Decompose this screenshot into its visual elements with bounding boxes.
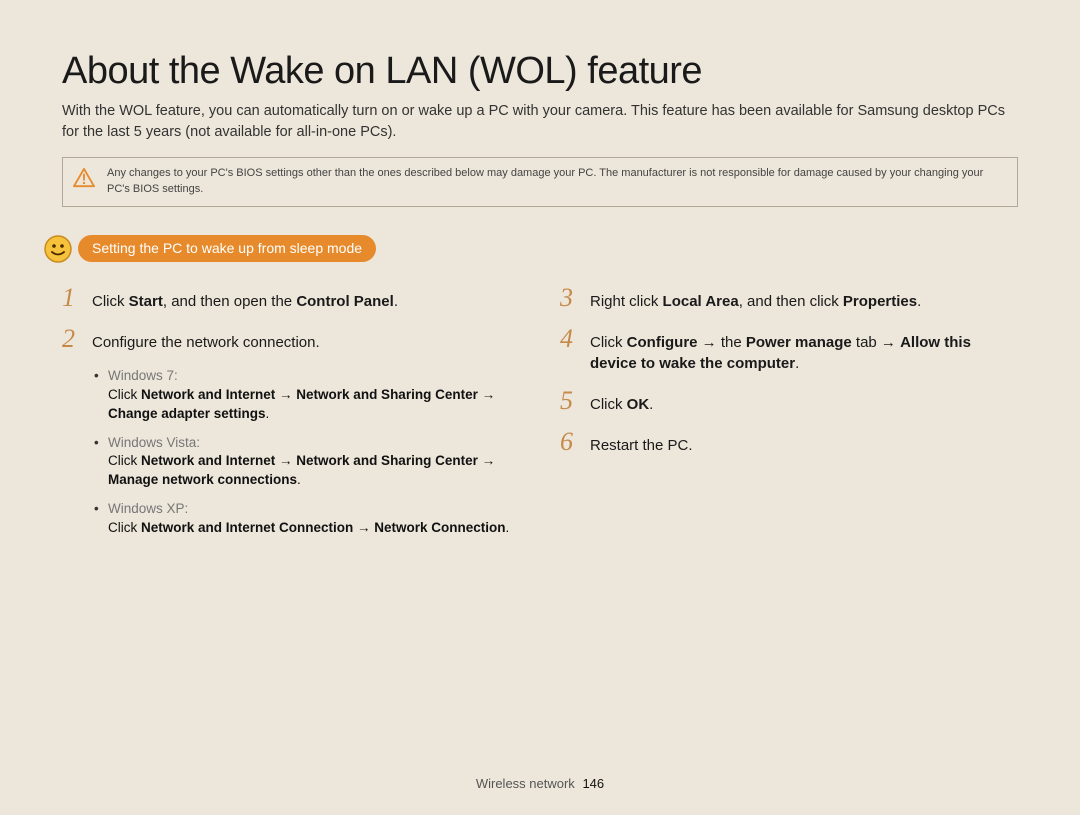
- warning-text: Any changes to your PC's BIOS settings o…: [107, 166, 1005, 198]
- os-label: Windows Vista:: [108, 435, 200, 450]
- step-number: 1: [62, 285, 82, 311]
- step-text: Configure the network connection.: [92, 330, 320, 353]
- step-text: Click Configure → the Power manage tab →…: [590, 330, 1018, 374]
- step-text: Click Start, and then open the Control P…: [92, 289, 398, 312]
- intro-text: With the WOL feature, you can automatica…: [62, 101, 1018, 143]
- step-text: Restart the PC.: [590, 433, 693, 456]
- step-number: 2: [62, 326, 82, 352]
- step-text: Right click Local Area, and then click P…: [590, 289, 921, 312]
- smiley-icon: [44, 235, 72, 263]
- sub-detail: Click Network and Internet → Network and…: [108, 386, 520, 424]
- step-number: 3: [560, 285, 580, 311]
- step-2-sublist: Windows 7: Click Network and Internet → …: [94, 367, 520, 538]
- step-number: 4: [560, 326, 580, 352]
- sub-item: Windows Vista: Click Network and Interne…: [94, 434, 520, 491]
- sub-item: Windows 7: Click Network and Internet → …: [94, 367, 520, 424]
- step-2: 2 Configure the network connection.: [62, 326, 520, 353]
- os-label: Windows 7:: [108, 368, 178, 383]
- step-text: Click OK.: [590, 392, 653, 415]
- sub-detail: Click Network and Internet Connection → …: [108, 519, 520, 538]
- step-4: 4 Click Configure → the Power manage tab…: [560, 326, 1018, 374]
- sub-item: Windows XP: Click Network and Internet C…: [94, 500, 520, 538]
- warning-icon: [73, 168, 95, 188]
- sub-detail: Click Network and Internet → Network and…: [108, 452, 520, 490]
- warning-box: Any changes to your PC's BIOS settings o…: [62, 157, 1018, 207]
- step-1: 1 Click Start, and then open the Control…: [62, 285, 520, 312]
- page-footer: Wireless network 146: [0, 776, 1080, 791]
- step-5: 5 Click OK.: [560, 388, 1018, 415]
- step-number: 6: [560, 429, 580, 455]
- step-3: 3 Right click Local Area, and then click…: [560, 285, 1018, 312]
- right-column: 3 Right click Local Area, and then click…: [560, 285, 1018, 548]
- page-title: About the Wake on LAN (WOL) feature: [62, 50, 1018, 93]
- footer-section: Wireless network: [476, 776, 575, 791]
- step-number: 5: [560, 388, 580, 414]
- footer-page-number: 146: [582, 776, 604, 791]
- section-header: Setting the PC to wake up from sleep mod…: [44, 235, 1018, 263]
- section-heading: Setting the PC to wake up from sleep mod…: [78, 235, 376, 262]
- left-column: 1 Click Start, and then open the Control…: [62, 285, 520, 548]
- step-6: 6 Restart the PC.: [560, 429, 1018, 456]
- os-label: Windows XP:: [108, 501, 188, 516]
